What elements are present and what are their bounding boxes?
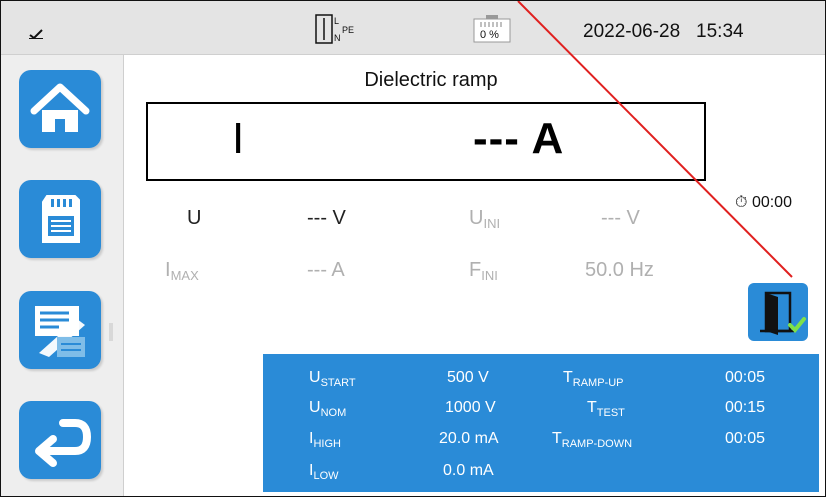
screen-frame: L N PE 0 % 2022-06-28 15:34 Dielectric r… <box>0 0 826 497</box>
annotation-pointer-line <box>517 1 793 278</box>
